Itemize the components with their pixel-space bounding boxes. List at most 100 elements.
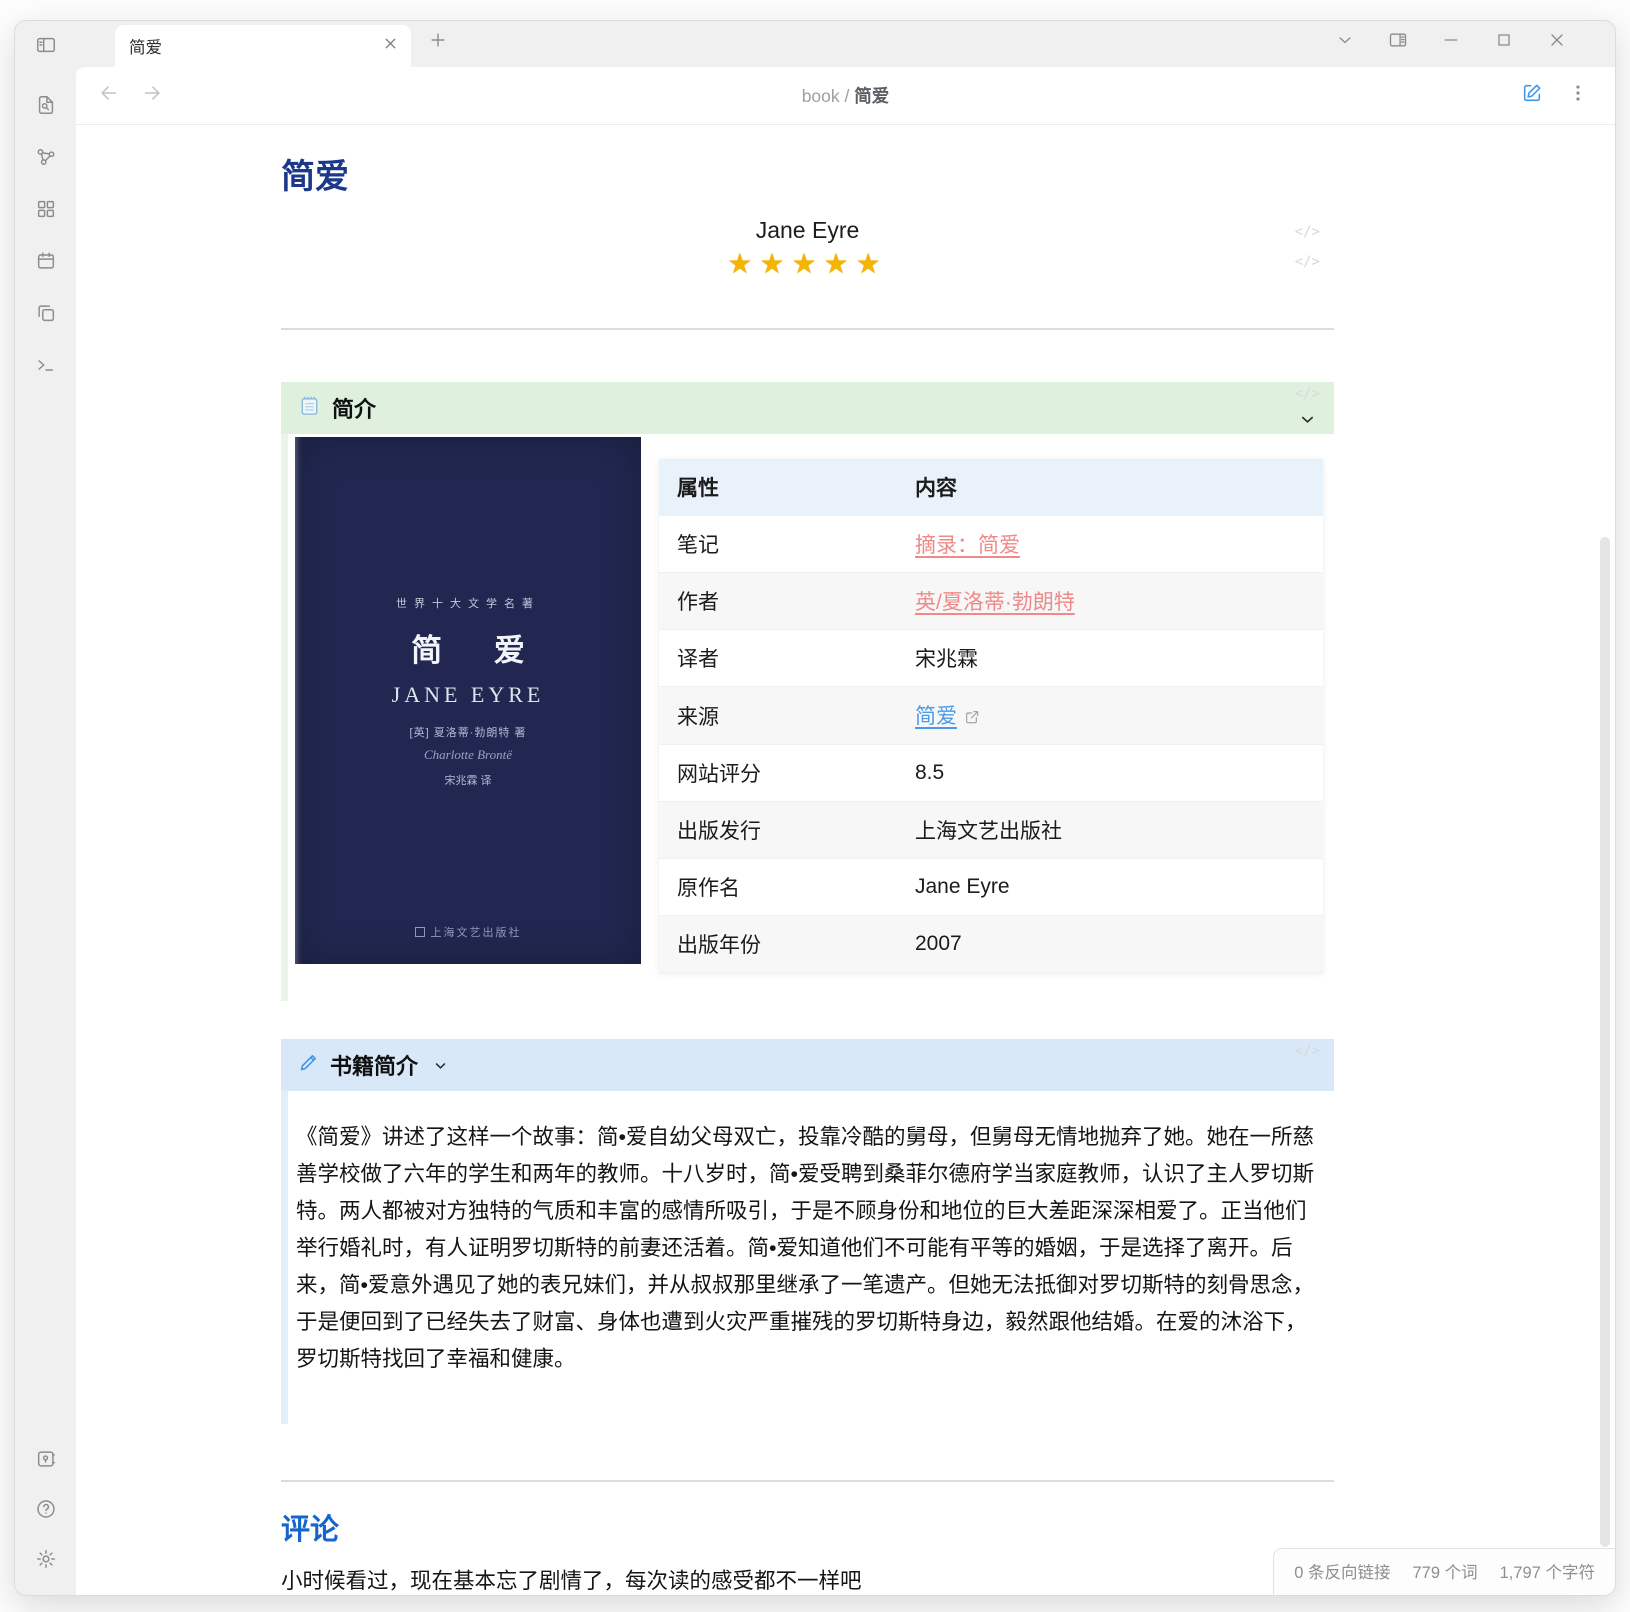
fold-chevron-icon[interactable] — [431, 1056, 450, 1075]
property-value: 英/夏洛蒂·勃朗特 — [897, 573, 1323, 630]
ribbon-bottom-group — [34, 1447, 58, 1571]
edit-mode-icon[interactable] — [1521, 82, 1543, 109]
property-value: 简爱 — [897, 687, 1323, 745]
book-subtitle: Jane Eyre — [281, 214, 1334, 246]
summary-callout-header[interactable]: 书籍简介 — [281, 1039, 1334, 1091]
table-row: 网站评分8.5 — [659, 745, 1323, 802]
code-edit-marker[interactable]: </> — [1295, 1043, 1320, 1059]
cover-series-text: 世界十大文学名著 — [295, 595, 641, 611]
close-window-icon[interactable] — [1547, 30, 1567, 55]
internal-link[interactable]: 摘录：简爱 — [915, 534, 1020, 557]
properties-table-body: 笔记摘录：简爱作者英/夏洛蒂·勃朗特译者宋兆霖来源简爱网站评分8.5出版发行上海… — [659, 516, 1323, 973]
app-window: 简爱 book / — [14, 20, 1616, 1596]
fold-chevron-icon[interactable] — [1298, 410, 1317, 434]
maximize-icon[interactable] — [1494, 30, 1514, 55]
cover-author-en: Charlotte Brontë — [295, 747, 641, 763]
cover-translator: 宋兆霖 译 — [295, 772, 641, 788]
internal-link[interactable]: 英/夏洛蒂·勃朗特 — [915, 591, 1075, 614]
cover-title-cn: 简 爱 — [295, 625, 641, 670]
terminal-icon[interactable] — [34, 353, 58, 377]
table-row: 译者宋兆霖 — [659, 630, 1323, 687]
cover-title-en: JANE EYRE — [295, 682, 641, 708]
more-options-icon[interactable] — [1567, 82, 1589, 109]
property-value: 宋兆霖 — [897, 630, 1323, 687]
page-title: 简爱 — [281, 149, 1334, 198]
copy-files-icon[interactable] — [34, 301, 58, 325]
breadcrumb-separator: / — [845, 86, 850, 106]
table-row: 作者英/夏洛蒂·勃朗特 — [659, 573, 1323, 630]
note-content: 简爱 Jane Eyre </> ★★★★★ </> </> — [76, 125, 1615, 1595]
blocks-dashboard-icon[interactable] — [34, 197, 58, 221]
main-pane: book / 简爱 简爱 Jane Eyre </> — [76, 67, 1615, 1595]
screenshot-stage: 简爱 book / — [0, 0, 1630, 1612]
property-key: 笔记 — [659, 516, 897, 573]
table-row: 来源简爱 — [659, 687, 1323, 745]
cover-publisher: 上海文艺出版社 — [295, 924, 641, 940]
minimize-icon[interactable] — [1441, 30, 1461, 55]
property-key: 网站评分 — [659, 745, 897, 802]
breadcrumb-parent[interactable]: book — [802, 86, 840, 106]
vault-switcher-icon[interactable] — [34, 1447, 58, 1471]
ribbon-top-group — [34, 93, 58, 377]
table-row: 出版年份2007 — [659, 916, 1323, 973]
property-value: 摘录：简爱 — [897, 516, 1323, 573]
view-header: book / 简爱 — [76, 67, 1615, 125]
help-icon[interactable] — [34, 1497, 58, 1521]
property-key: 作者 — [659, 573, 897, 630]
window-controls — [1335, 30, 1615, 55]
left-ribbon — [15, 21, 76, 1595]
tab-jane-eyre[interactable]: 简爱 — [115, 25, 411, 67]
scrollbar-thumb[interactable] — [1600, 537, 1610, 1547]
table-header-row: 属性 内容 — [659, 459, 1323, 516]
property-value: 8.5 — [897, 745, 1323, 802]
new-tab-button[interactable] — [428, 30, 448, 55]
breadcrumb-current[interactable]: 简爱 — [854, 86, 889, 106]
char-count: 1,797 个字符 — [1500, 1559, 1595, 1583]
tab-title: 简爱 — [129, 34, 382, 58]
external-link-icon — [964, 707, 980, 731]
tab-list-chevron-icon[interactable] — [1335, 30, 1355, 55]
property-key: 原作名 — [659, 859, 897, 916]
backlinks-count[interactable]: 0 条反向链接 — [1294, 1559, 1390, 1583]
code-edit-marker[interactable]: </> — [1295, 386, 1320, 402]
sidebar-toggle-icon[interactable] — [34, 33, 58, 57]
intro-callout-header[interactable]: 简介 — [281, 382, 1334, 434]
table-row: 笔记摘录：简爱 — [659, 516, 1323, 573]
settings-gear-icon[interactable] — [34, 1547, 58, 1571]
summary-callout-body: 《简爱》讲述了这样一个故事：简•爱自幼父母双亡，投靠冷酷的舅母，但舅母无情地抛弃… — [281, 1091, 1334, 1424]
property-key: 出版发行 — [659, 802, 897, 859]
breadcrumb: book / 简爱 — [76, 83, 1615, 108]
search-file-icon[interactable] — [34, 93, 58, 117]
col-header-attribute: 属性 — [659, 459, 897, 516]
code-edit-marker[interactable]: </> — [1295, 254, 1320, 270]
property-key: 出版年份 — [659, 916, 897, 973]
comments-heading: 评论 — [281, 1506, 1334, 1548]
tab-bar: 简爱 — [76, 21, 1615, 67]
property-key: 译者 — [659, 630, 897, 687]
summary-callout: </> 书籍简介 《简爱》讲述了这样一个故事：简•爱自幼父母双亡，投靠冷酷的舅母… — [281, 1039, 1334, 1424]
divider — [281, 328, 1334, 330]
calendar-icon[interactable] — [34, 249, 58, 273]
property-value: Jane Eyre — [897, 859, 1323, 916]
property-key: 来源 — [659, 687, 897, 745]
comment-text: 小时候看过，现在基本忘了剧情了，每次读的感受都不一样吧 — [281, 1564, 1334, 1595]
word-count: 779 个词 — [1413, 1559, 1478, 1583]
divider — [281, 1480, 1334, 1482]
header-actions — [1521, 82, 1589, 109]
notepad-icon — [298, 394, 321, 423]
col-header-content: 内容 — [897, 459, 1323, 516]
table-row: 出版发行上海文艺出版社 — [659, 802, 1323, 859]
tab-close-icon[interactable] — [382, 35, 399, 57]
property-value: 2007 — [897, 916, 1323, 973]
book-cover-image: 世界十大文学名著 简 爱 JANE EYRE [英] 夏洛蒂·勃朗特 著 Cha… — [295, 437, 641, 964]
rating-stars: ★★★★★ — [281, 246, 1334, 282]
cover-author-cn: [英] 夏洛蒂·勃朗特 著 — [295, 724, 641, 740]
graph-view-icon[interactable] — [34, 145, 58, 169]
external-link[interactable]: 简爱 — [915, 705, 957, 728]
intro-callout: </> — [281, 382, 1334, 1001]
pencil-icon — [298, 1052, 319, 1079]
code-edit-marker[interactable]: </> — [1295, 224, 1320, 240]
right-sidebar-toggle-icon[interactable] — [1388, 30, 1408, 55]
table-row: 原作名Jane Eyre — [659, 859, 1323, 916]
status-bar: 0 条反向链接 779 个词 1,797 个字符 — [1273, 1548, 1615, 1595]
